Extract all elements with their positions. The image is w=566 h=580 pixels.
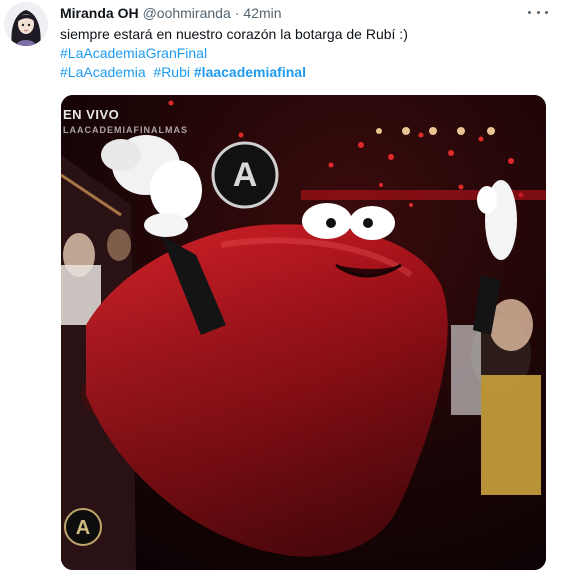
tweet-body: siempre estará en nuestro corazón la bot… — [60, 26, 408, 42]
tweet-text: siempre estará en nuestro corazón la bot… — [60, 25, 408, 82]
user-handle[interactable]: @oohmiranda — [143, 4, 231, 22]
live-label: EN VIVO — [63, 107, 120, 122]
tweet-media[interactable]: A A EN VIVO LAACADEMIAFINALMAS — [61, 95, 546, 570]
avatar[interactable] — [4, 2, 48, 46]
display-name[interactable]: Miranda OH — [60, 4, 139, 22]
hashtag-link[interactable]: #LaAcademiaGranFinal — [60, 45, 207, 61]
hashtag-line-1: #LaAcademiaGranFinal — [60, 44, 408, 63]
tweet-header: Miranda OH @oohmiranda · 42min — [60, 3, 282, 23]
three-dots-icon[interactable] — [528, 4, 548, 20]
separator-dot: · — [234, 5, 240, 21]
corner-logo-letter: A — [76, 517, 90, 539]
hashtag-link[interactable]: #Rubi — [153, 64, 190, 80]
timestamp[interactable]: 42min — [243, 4, 281, 22]
broadcast-sublabel: LAACADEMIAFINALMAS — [63, 125, 188, 135]
tweet-card[interactable]: Miranda OH @oohmiranda · 42min siempre e… — [0, 0, 566, 580]
hashtag-link[interactable]: #laacademiafinal — [194, 64, 306, 80]
hashtag-line-2: #LaAcademia #Rubi #laacademiafinal — [60, 63, 408, 82]
logo-letter: A — [233, 156, 258, 194]
red-mascot-image: A A — [61, 95, 546, 570]
hashtag-link[interactable]: #LaAcademia — [60, 64, 146, 80]
